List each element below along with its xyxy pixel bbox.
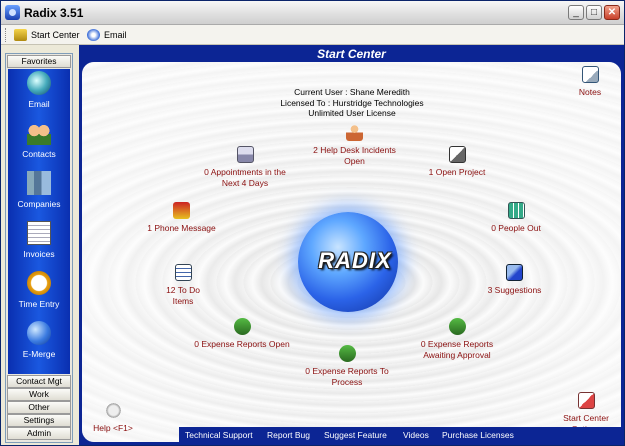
window-title: Radix 3.51	[24, 6, 84, 20]
group-settings[interactable]: Settings	[7, 414, 71, 427]
page-title: Start Center	[317, 47, 386, 61]
clock-icon	[27, 271, 51, 295]
favorites-header[interactable]: Favorites	[7, 55, 71, 68]
start-center-canvas: Current User : Shane Meredith Licensed T…	[82, 62, 621, 442]
appointments-label: 0 Appointments in the Next 4 Days	[204, 167, 286, 188]
license-type: Unlimited User License	[308, 108, 396, 118]
appointments-link[interactable]: 0 Appointments in the Next 4 Days	[200, 146, 290, 188]
start-center-label: Start Center	[31, 30, 80, 40]
globe-icon	[27, 321, 51, 345]
expense-awaiting-label: 0 Expense Reports Awaiting Approval	[420, 339, 494, 360]
open-project-link[interactable]: 1 Open Project	[422, 146, 492, 178]
suggestions-icon	[506, 264, 523, 281]
calendar-icon	[236, 146, 254, 163]
expense-icon	[233, 318, 251, 335]
companies-icon	[27, 171, 51, 195]
people-out-label: 0 People Out	[491, 223, 541, 233]
expense-icon	[338, 345, 356, 362]
maximize-button[interactable]: □	[586, 5, 602, 20]
project-icon	[448, 146, 466, 163]
notes-link[interactable]: Notes	[560, 66, 620, 98]
email-icon	[27, 71, 51, 95]
purchase-licenses-link[interactable]: Purchase Licenses	[442, 430, 514, 440]
contacts-icon	[27, 121, 51, 145]
current-user: Current User : Shane Meredith	[294, 87, 410, 97]
people-out-icon	[507, 202, 525, 219]
user-info: Current User : Shane Meredith Licensed T…	[262, 87, 442, 119]
sidebar-item-time-entry[interactable]: Time Entry	[8, 269, 70, 319]
options-icon	[577, 392, 595, 409]
notes-icon	[581, 66, 599, 83]
help-icon	[104, 402, 122, 419]
notes-label: Notes	[578, 87, 602, 97]
invoices-icon	[27, 221, 51, 245]
sidebar-item-label: Invoices	[23, 249, 55, 259]
close-button[interactable]: ✕	[604, 5, 620, 20]
sidebar-item-label: Email	[28, 99, 50, 109]
sidebar-item-label: E-Merge	[22, 349, 56, 359]
expense-awaiting-link[interactable]: 0 Expense Reports Awaiting Approval	[412, 318, 502, 360]
todo-label: 12 To Do Items	[166, 285, 200, 306]
todo-link[interactable]: 12 To Do Items	[158, 264, 208, 306]
expense-icon	[448, 318, 466, 335]
group-work[interactable]: Work	[7, 388, 71, 401]
sidebar-item-companies[interactable]: Companies	[8, 169, 70, 219]
suggestions-link[interactable]: 3 Suggestions	[482, 264, 547, 296]
licensed-to: Licensed To : Hurstridge Technologies	[280, 97, 424, 108]
expense-open-link[interactable]: 0 Expense Reports Open	[192, 318, 292, 350]
app-window: Radix 3.51 _ □ ✕ Start Center Email Favo…	[0, 0, 625, 446]
expense-open-label: 0 Expense Reports Open	[194, 339, 290, 349]
people-out-link[interactable]: 0 People Out	[482, 202, 550, 234]
start-center-panel: Start Center Current User : Shane Meredi…	[79, 45, 624, 445]
helpdesk-link[interactable]: 2 Help Desk Incidents Open	[307, 124, 402, 166]
expense-process-label: 0 Expense Reports To Process	[305, 366, 389, 387]
email-toolbar-label: Email	[104, 30, 127, 40]
open-project-label: 1 Open Project	[428, 167, 486, 177]
phone-message-label: 1 Phone Message	[147, 223, 216, 233]
phone-icon	[173, 202, 190, 219]
email-icon	[87, 29, 100, 41]
sidebar: Favorites Email Contacts Companies Invoi…	[5, 53, 73, 443]
sidebar-item-email[interactable]: Email	[8, 69, 70, 119]
help-link[interactable]: Help <F1>	[82, 402, 144, 434]
email-toolbar-button[interactable]: Email	[87, 27, 127, 43]
start-center-icon	[14, 29, 27, 41]
suggestions-label: 3 Suggestions	[487, 285, 542, 295]
start-center-button[interactable]: Start Center	[14, 27, 80, 43]
help-label: Help <F1>	[93, 423, 133, 433]
report-bug-link[interactable]: Report Bug	[267, 430, 310, 440]
sidebar-item-label: Companies	[17, 199, 61, 209]
todo-icon	[174, 264, 192, 281]
sidebar-item-invoices[interactable]: Invoices	[8, 219, 70, 269]
helpdesk-label: 2 Help Desk Incidents Open	[313, 145, 396, 166]
sidebar-item-contacts[interactable]: Contacts	[8, 119, 70, 169]
sidebar-item-label: Contacts	[22, 149, 56, 159]
favorites-panel: Email Contacts Companies Invoices Time E…	[8, 69, 70, 374]
group-admin[interactable]: Admin	[7, 427, 71, 440]
app-icon	[5, 5, 20, 20]
videos-link[interactable]: Videos	[403, 430, 429, 440]
sidebar-item-label: Time Entry	[18, 299, 60, 309]
suggest-feature-link[interactable]: Suggest Feature	[324, 430, 387, 440]
technical-support-link[interactable]: Technical Support	[185, 430, 253, 440]
phone-message-link[interactable]: 1 Phone Message	[144, 202, 219, 234]
title-bar[interactable]: Radix 3.51 _ □ ✕	[1, 1, 624, 25]
helpdesk-icon	[346, 124, 363, 141]
group-contact-mgt[interactable]: Contact Mgt	[7, 375, 71, 388]
group-other[interactable]: Other	[7, 401, 71, 414]
minimize-button[interactable]: _	[568, 5, 584, 20]
toolbar-grip[interactable]	[5, 28, 8, 42]
start-center-header: Start Center	[79, 45, 624, 62]
toolbar: Start Center Email	[1, 25, 624, 45]
sidebar-item-e-merge[interactable]: E-Merge	[8, 319, 70, 369]
radix-logo: RADIX	[318, 248, 392, 273]
expense-process-link[interactable]: 0 Expense Reports To Process	[302, 345, 392, 387]
